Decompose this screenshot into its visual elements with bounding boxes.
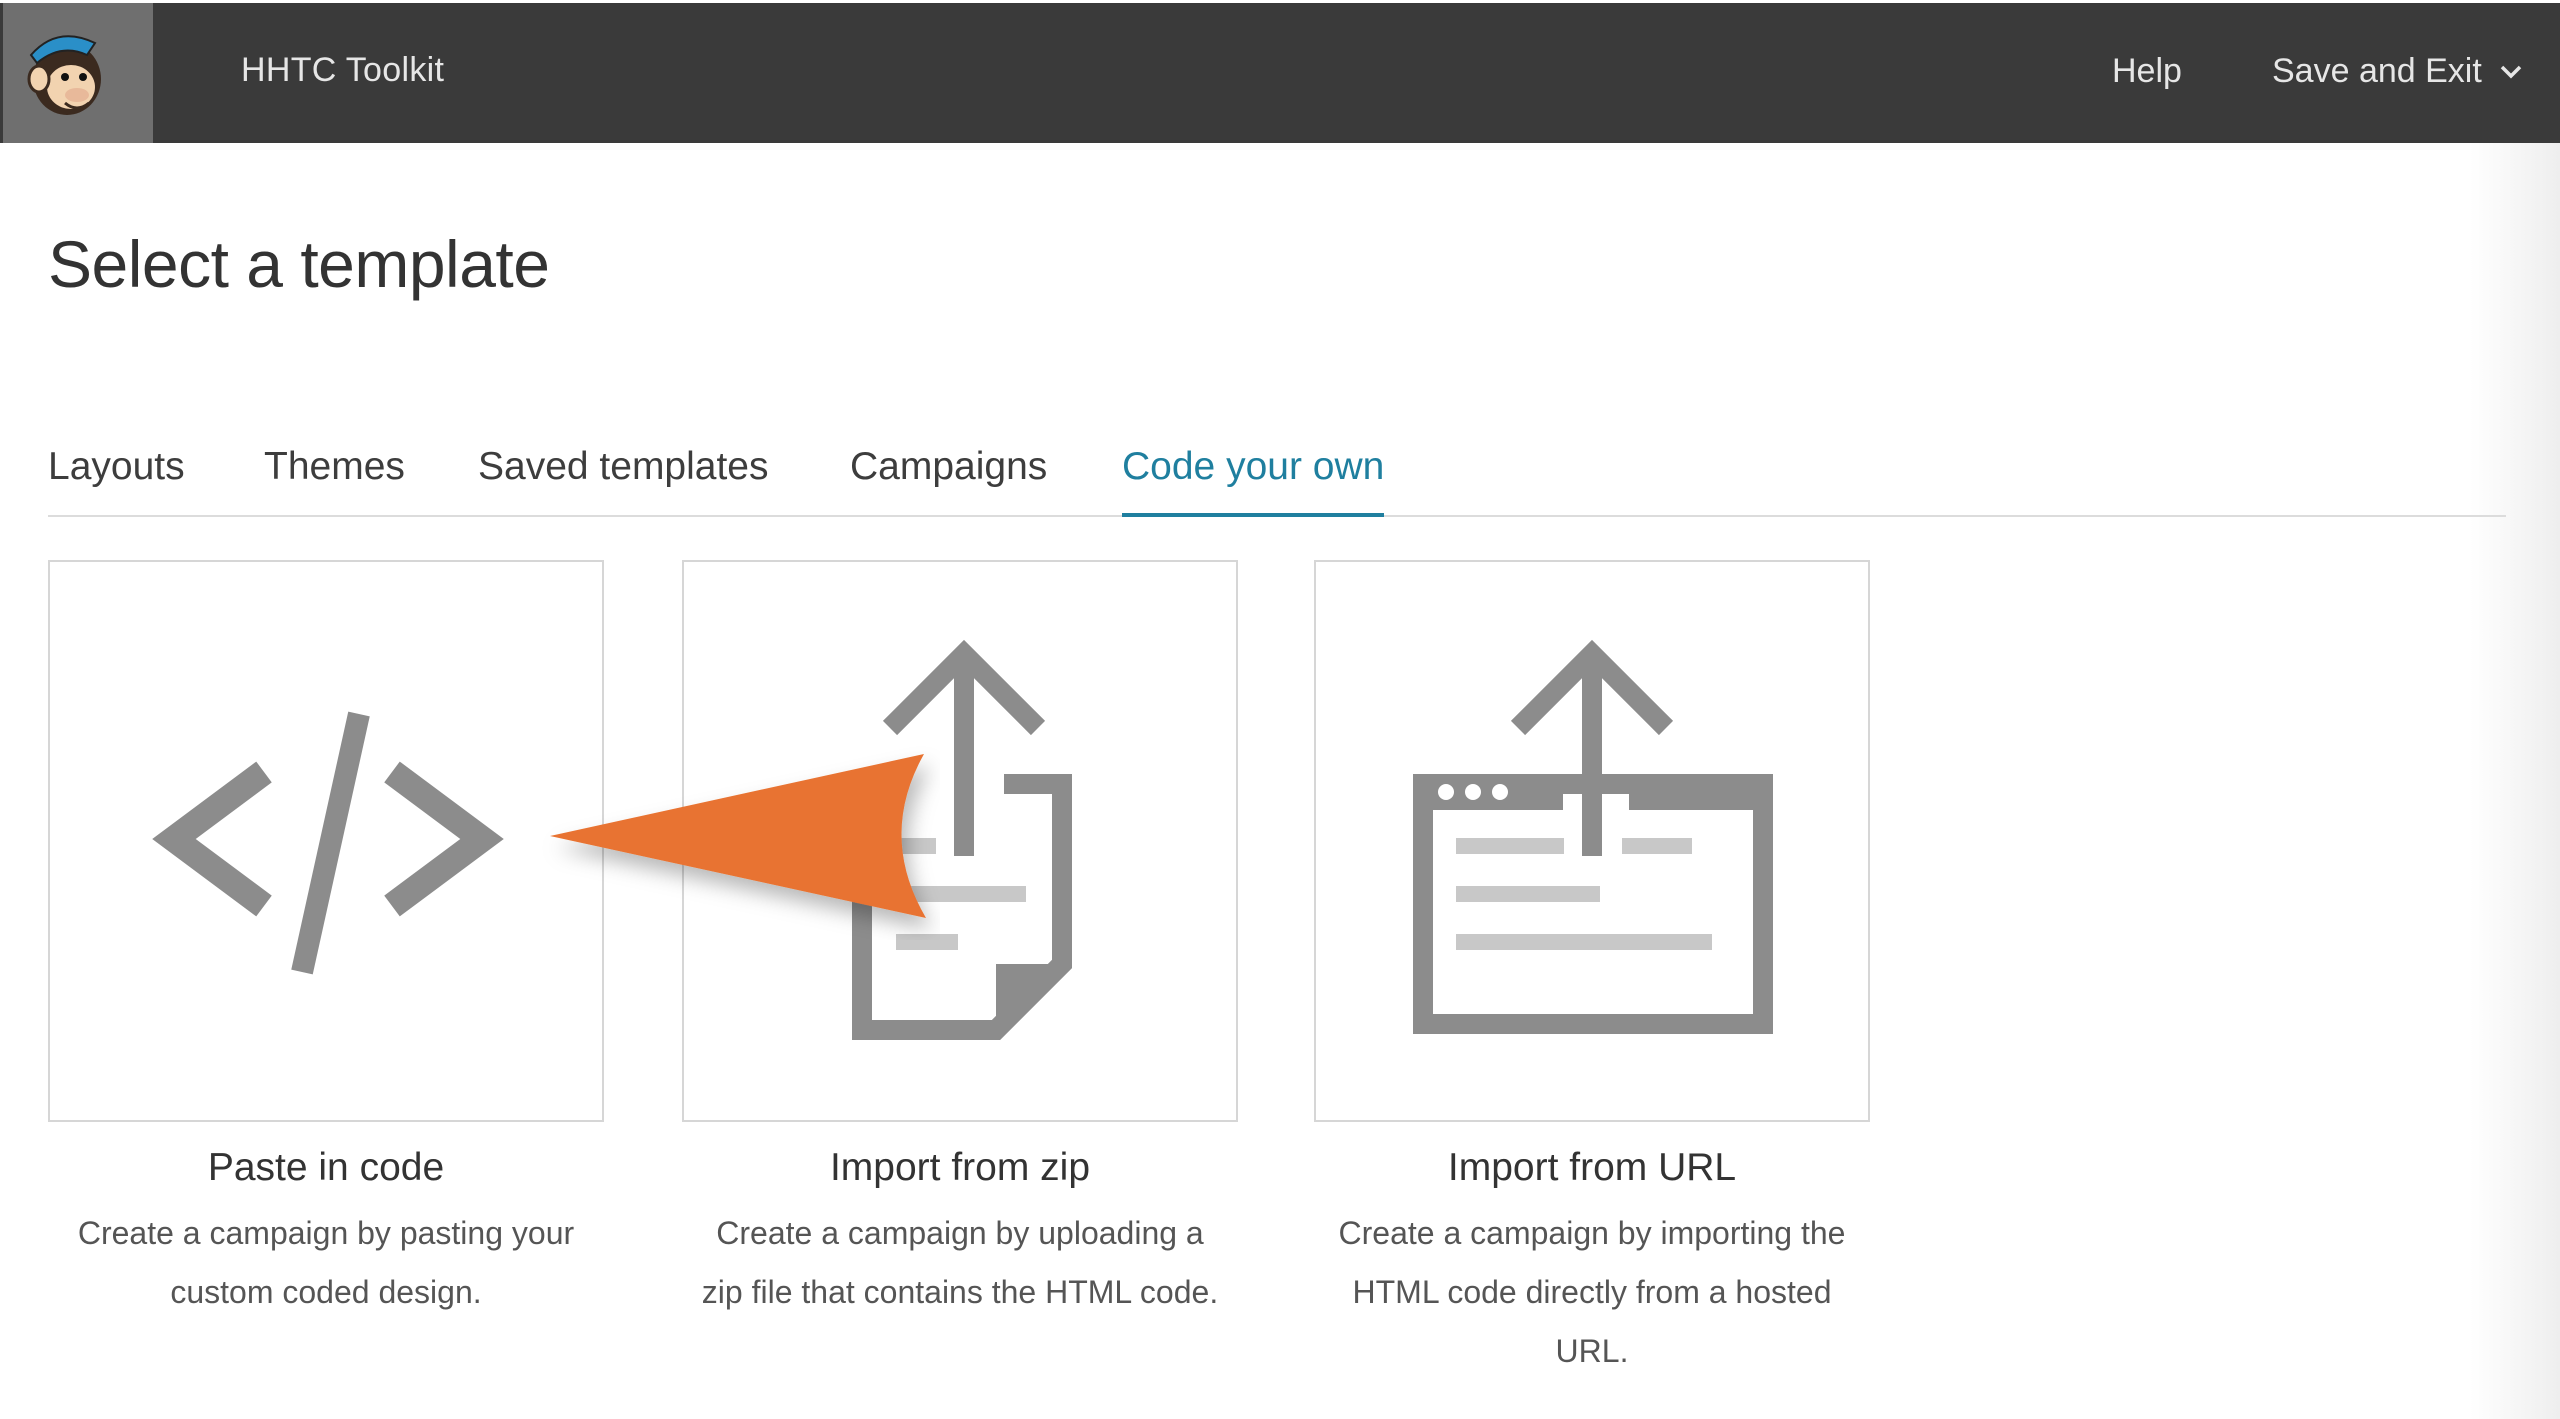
paste-in-code-description: Create a campaign by pasting your custom… (48, 1204, 604, 1322)
page-title: Select a template (48, 227, 550, 301)
description-line: URL. (1555, 1333, 1629, 1369)
tab-campaigns[interactable]: Campaigns (850, 445, 1047, 513)
import-from-zip-title[interactable]: Import from zip (682, 1146, 1238, 1190)
paste-in-code-card[interactable] (48, 560, 604, 1122)
help-link[interactable]: Help (2112, 52, 2182, 91)
description-line: HTML code directly from a hosted (1352, 1274, 1832, 1310)
top-nav-bar: HHTC Toolkit Help Save and Exit (0, 0, 2560, 143)
account-name: HHTC Toolkit (241, 51, 445, 89)
import-from-zip-description: Create a campaign by uploading a zip fil… (682, 1204, 1238, 1322)
save-and-exit-label: Save and Exit (2272, 52, 2482, 90)
description-line: Create a campaign by importing the (1338, 1215, 1846, 1251)
description-line: zip file that contains the HTML code. (701, 1274, 1219, 1310)
upload-browser-icon (1413, 639, 1773, 1034)
tab-layouts[interactable]: Layouts (48, 445, 185, 513)
tab-saved-templates[interactable]: Saved templates (478, 445, 769, 513)
tab-code-your-own[interactable]: Code your own (1122, 445, 1385, 517)
logo-button[interactable] (3, 3, 153, 143)
save-and-exit-menu[interactable]: Save and Exit (2272, 52, 2522, 91)
description-line: Create a campaign by pasting your (77, 1215, 575, 1251)
chevron-down-icon (2500, 65, 2522, 78)
description-line: custom coded design. (170, 1274, 482, 1310)
mailchimp-monkey-logo-icon (27, 35, 101, 115)
import-from-url-description: Create a campaign by importing the HTML … (1314, 1204, 1870, 1381)
paste-in-code-title[interactable]: Paste in code (48, 1146, 604, 1190)
template-selection-page: HHTC Toolkit Help Save and Exit Select a… (0, 0, 2560, 1419)
import-from-url-title[interactable]: Import from URL (1314, 1146, 1870, 1190)
template-tabs: Layouts Themes Saved templates Campaigns… (48, 445, 2506, 517)
right-edge-shadow (2470, 143, 2560, 1419)
code-icon (152, 711, 504, 975)
description-line: Create a campaign by uploading a (716, 1215, 1204, 1251)
import-from-url-card[interactable] (1314, 560, 1870, 1122)
tab-themes[interactable]: Themes (264, 445, 405, 513)
orange-pointer-arrow-icon (550, 754, 926, 918)
